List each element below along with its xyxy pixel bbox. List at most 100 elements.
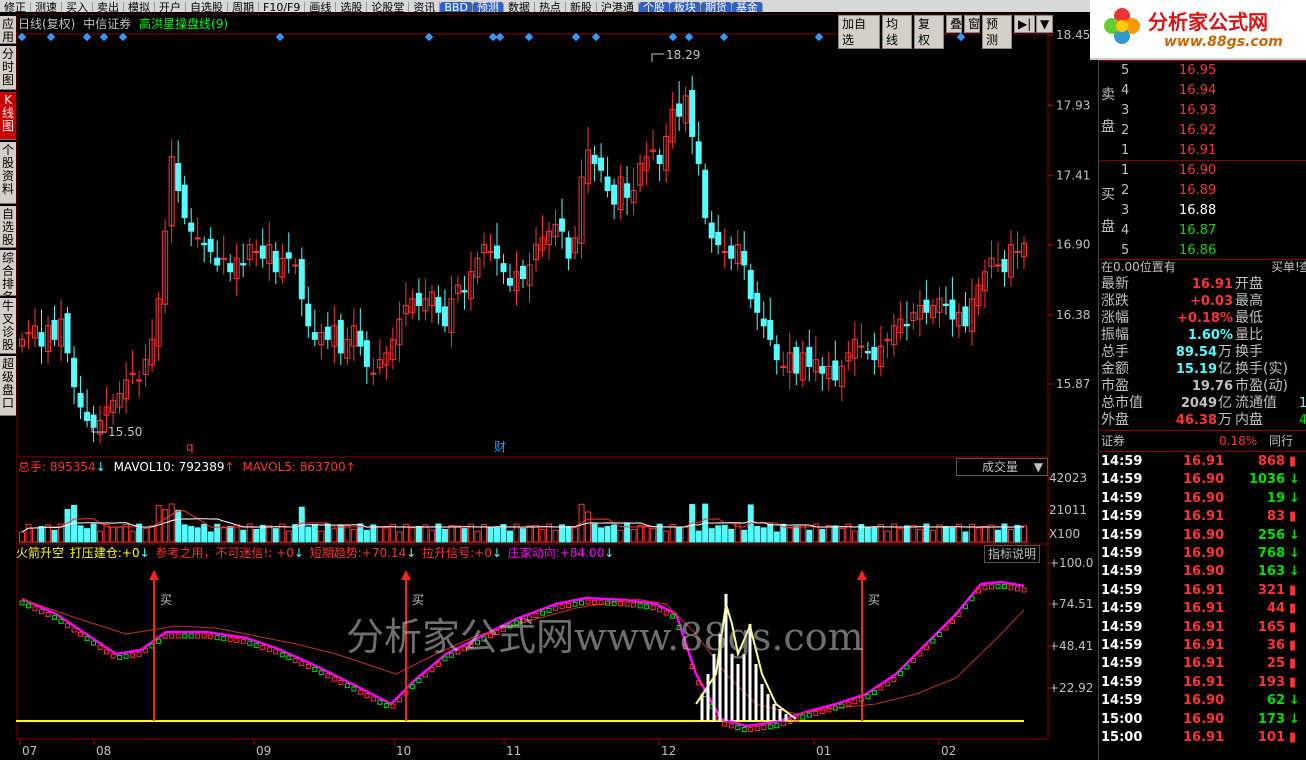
chart-button[interactable]: 叠 — [946, 15, 962, 33]
quote-unit: 亿 — [1218, 361, 1232, 377]
toolbar-item[interactable]: 数据 — [504, 2, 535, 12]
toolbar-item[interactable]: 热点 — [535, 2, 566, 12]
toolbar-item[interactable]: 画线 — [305, 2, 337, 12]
left-tab[interactable]: 应用 — [0, 16, 16, 44]
chart-button[interactable]: 加自选 — [838, 15, 880, 49]
volume-bar — [506, 530, 513, 543]
dayazhicang-label: 打压建仓: — [69, 546, 122, 560]
toolbar-item[interactable]: 沪港通 — [597, 2, 639, 12]
period-label[interactable]: 日线(复权) — [18, 17, 75, 31]
toolbar-item[interactable]: 预测 — [472, 2, 504, 12]
buy-price: 16.90 — [1179, 163, 1217, 178]
volume-indicator-dropdown[interactable]: 成交量 ▼ — [956, 458, 1048, 476]
tick-volume: 1036 — [1248, 472, 1285, 488]
volume-bar — [585, 511, 592, 543]
tick-volume: 768 — [1257, 546, 1285, 561]
volume-bar — [962, 531, 969, 543]
buy-level: 1 — [1121, 163, 1130, 178]
left-tab[interactable]: K线图 — [0, 92, 16, 140]
volume-bar — [142, 528, 149, 543]
date-tick-label: 01 — [816, 744, 831, 758]
price-tick-label: 17.41 — [1056, 169, 1090, 183]
down-arrow-icon: ↓ — [1289, 546, 1300, 561]
toolbar-item[interactable]: 期货 — [700, 2, 732, 12]
toolbar-item[interactable]: BBD — [440, 2, 473, 12]
down-arrow-icon: ↓ — [1289, 527, 1300, 543]
quote-value: 1.60% — [1187, 328, 1233, 343]
toolbar-item[interactable]: 基金 — [731, 2, 763, 12]
pull-signal-label: 拉升信号: — [422, 546, 475, 560]
up-bar-icon: ▮ — [1289, 638, 1297, 653]
trend-step — [208, 634, 214, 640]
toolbar-item[interactable]: 开户 — [155, 2, 186, 12]
left-tab[interactable]: 自选股 — [0, 206, 16, 248]
quote-row: 外盘 46.38 万内盘 4 — [1099, 412, 1306, 429]
left-tab[interactable]: 超级盘口 — [0, 356, 16, 416]
volume-bar — [994, 529, 1001, 543]
trend-step — [1008, 585, 1014, 591]
left-tab[interactable]: 个股资料 — [0, 142, 16, 204]
volume-bar — [409, 527, 416, 543]
toolbar-item[interactable]: 论股堂 — [367, 2, 410, 12]
candle-body — [1001, 259, 1008, 273]
chart-button[interactable]: 均线 — [882, 15, 912, 49]
toolbar-item[interactable]: 资讯 — [409, 2, 441, 12]
volume-bar — [220, 527, 227, 543]
quote-value: 46.38 — [1175, 413, 1217, 428]
volume-bar — [162, 508, 169, 543]
candle-body — [500, 263, 507, 273]
volume-header: 总手: 895354↓ MAVOL10: 792389↑ MAVOL5: 863… — [18, 460, 356, 474]
quote-unit: 万 — [1218, 412, 1232, 428]
tick-volume: 83 — [1266, 509, 1285, 525]
volume-bar — [461, 528, 468, 543]
volume-bar — [454, 525, 461, 543]
candle-body — [337, 319, 344, 354]
toolbar-item[interactable]: 测速 — [31, 2, 62, 12]
quote-right-label: 市盈(动) — [1235, 378, 1288, 394]
toolbar-item[interactable]: 自选股 — [186, 2, 228, 12]
toolbar-item[interactable]: 模拟 — [124, 2, 155, 12]
candle-body — [864, 351, 871, 354]
left-tab[interactable]: 分时图 — [0, 46, 16, 90]
trend-step — [130, 652, 136, 658]
volume-bar — [110, 526, 117, 543]
volume-bar — [77, 525, 84, 543]
indicator-name[interactable]: 高洪星操盘线(9) — [139, 17, 228, 31]
quote-value: +0.18% — [1177, 311, 1233, 326]
chart-button[interactable]: 窗 — [964, 15, 980, 33]
chart-button[interactable]: 复权 — [914, 15, 944, 49]
volume-bar — [240, 529, 247, 543]
trend-step — [845, 701, 851, 707]
volume-bar — [1014, 524, 1021, 543]
toolbar-item[interactable]: 周期 — [228, 2, 259, 12]
toolbar-item[interactable]: 买入 — [62, 2, 93, 12]
volume-bar — [708, 528, 715, 543]
volume-bar — [949, 527, 956, 543]
left-tab-strip: 应用分时图 K线图个股资料自选股综合排名 牛叉诊股超级盘口 — [0, 16, 16, 760]
chart-button[interactable]: 预测 — [982, 15, 1012, 49]
toolbar-item[interactable]: 修正 — [0, 2, 31, 12]
toolbar-item[interactable]: 选股 — [336, 2, 368, 12]
toolbar-item[interactable]: 板块 — [669, 2, 701, 12]
candle-body — [728, 245, 735, 259]
left-tab[interactable]: 牛叉诊股 — [0, 298, 16, 354]
toolbar-item[interactable]: F10/F9 — [259, 2, 306, 12]
trend-step — [592, 599, 598, 605]
spike-bar — [760, 684, 764, 721]
date-tick-label: 02 — [941, 744, 956, 758]
quote-row: 1 16.90 — [1099, 161, 1306, 180]
toolbar-item[interactable]: 个股 — [638, 2, 670, 12]
trend-step — [1001, 584, 1007, 590]
chart-nav-button[interactable]: ▶| — [1014, 15, 1036, 33]
quote-row: 证券 0.18% 同行 — [1099, 432, 1306, 451]
buy-label: 买 — [412, 593, 424, 607]
chevron-down-icon[interactable]: ▼ — [1036, 15, 1054, 33]
left-tab[interactable]: 综合排名 — [0, 250, 16, 304]
watermark: 分析家公式网www.88gs.com — [346, 615, 864, 659]
indicator-help-button[interactable]: 指标说明 — [984, 545, 1041, 563]
volume-bar — [591, 523, 598, 543]
volume-bar — [832, 525, 839, 543]
toolbar-item[interactable]: 新股 — [566, 2, 597, 12]
trend-step — [377, 699, 383, 705]
toolbar-item[interactable]: 卖出 — [93, 2, 124, 12]
